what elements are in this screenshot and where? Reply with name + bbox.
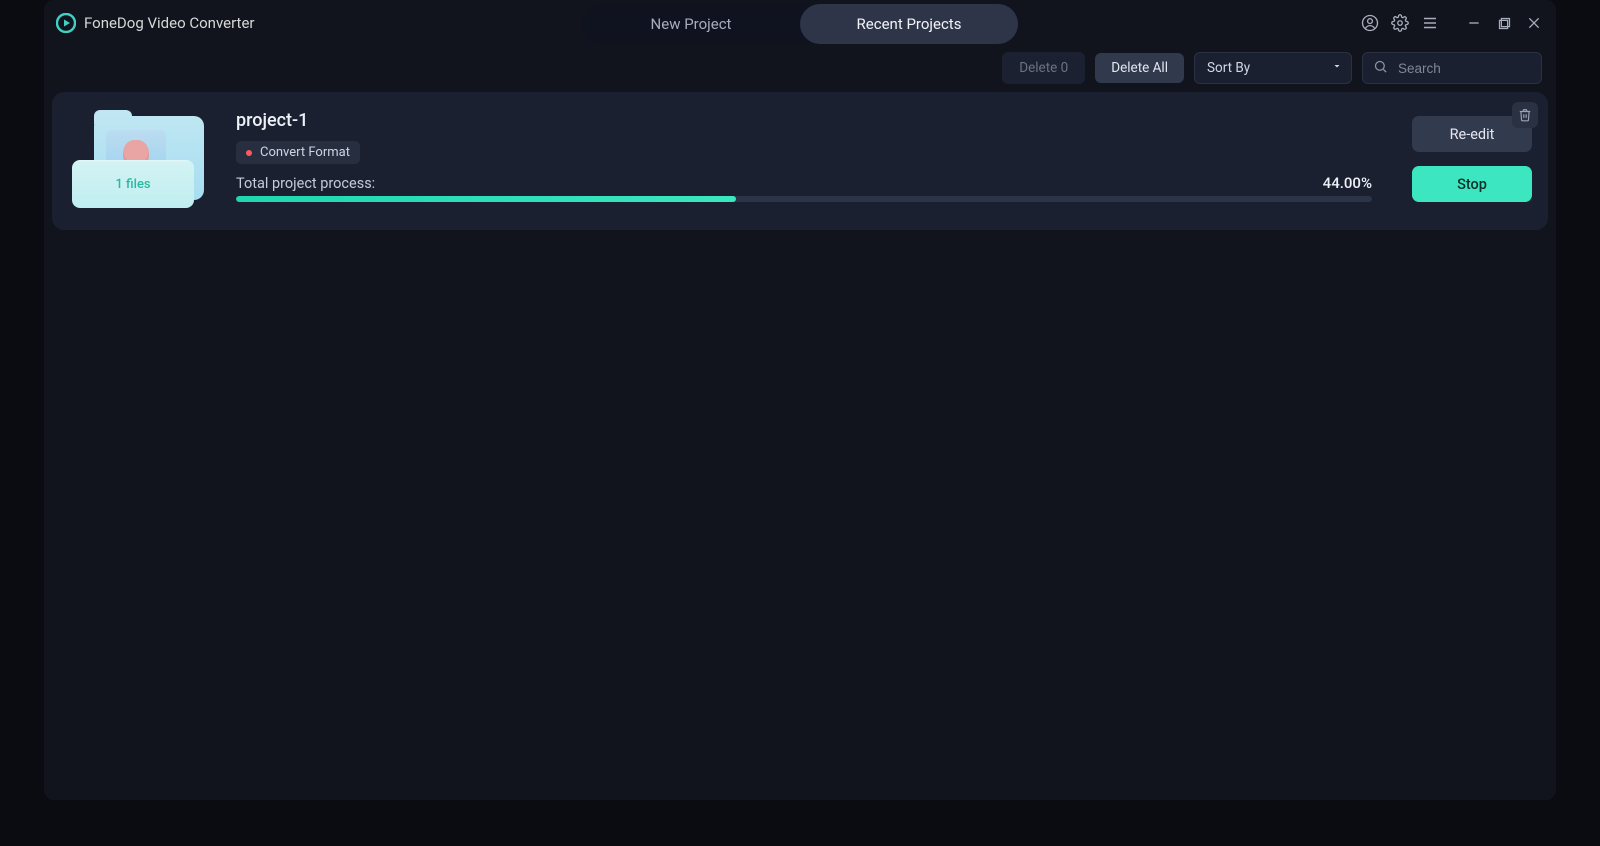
settings-icon[interactable] [1388,11,1412,35]
progress-label: Total project process: [236,175,375,192]
search-box[interactable] [1362,52,1542,84]
project-row: 1 files project-1 Convert Format Total p… [52,92,1548,230]
stop-button[interactable]: Stop [1412,166,1532,202]
progress-group: Total project process: 44.00% [236,174,1372,208]
app-logo-icon [56,13,76,33]
delete-all-button[interactable]: Delete All [1095,53,1184,83]
titlebar: FoneDog Video Converter New Project Rece… [44,0,1556,46]
chevron-down-icon [1331,60,1343,76]
brand: FoneDog Video Converter [56,13,254,33]
app-title: FoneDog Video Converter [84,14,254,32]
maximize-icon[interactable] [1492,11,1516,35]
project-tag: Convert Format [236,141,360,164]
project-thumbnail: 1 files [72,110,208,208]
account-icon[interactable] [1358,11,1382,35]
content-area: 1 files project-1 Convert Format Total p… [44,92,1556,230]
status-dot-icon [246,150,252,156]
progress-bar-fill [236,196,736,202]
progress-bar [236,196,1372,202]
files-count-badge: 1 files [115,177,150,192]
tab-new-project[interactable]: New Project [582,4,800,44]
project-tag-label: Convert Format [260,145,350,160]
toolbar: Delete 0 Delete All Sort By [44,46,1556,92]
tab-recent-projects[interactable]: Recent Projects [800,4,1018,44]
project-details: project-1 Convert Format Total project p… [236,110,1372,208]
delete-project-icon[interactable] [1512,102,1538,128]
sort-by-dropdown[interactable]: Sort By [1194,52,1352,84]
sort-by-label: Sort By [1207,60,1250,76]
minimize-icon[interactable] [1462,11,1486,35]
search-input[interactable] [1396,60,1520,77]
progress-percent: 44.00% [1323,174,1372,192]
search-icon [1373,59,1388,78]
tabs: New Project Recent Projects [582,4,1018,44]
header-icons [1358,11,1546,35]
menu-icon[interactable] [1418,11,1442,35]
close-icon[interactable] [1522,11,1546,35]
project-name: project-1 [236,110,1372,131]
delete-selected-button[interactable]: Delete 0 [1002,52,1085,84]
